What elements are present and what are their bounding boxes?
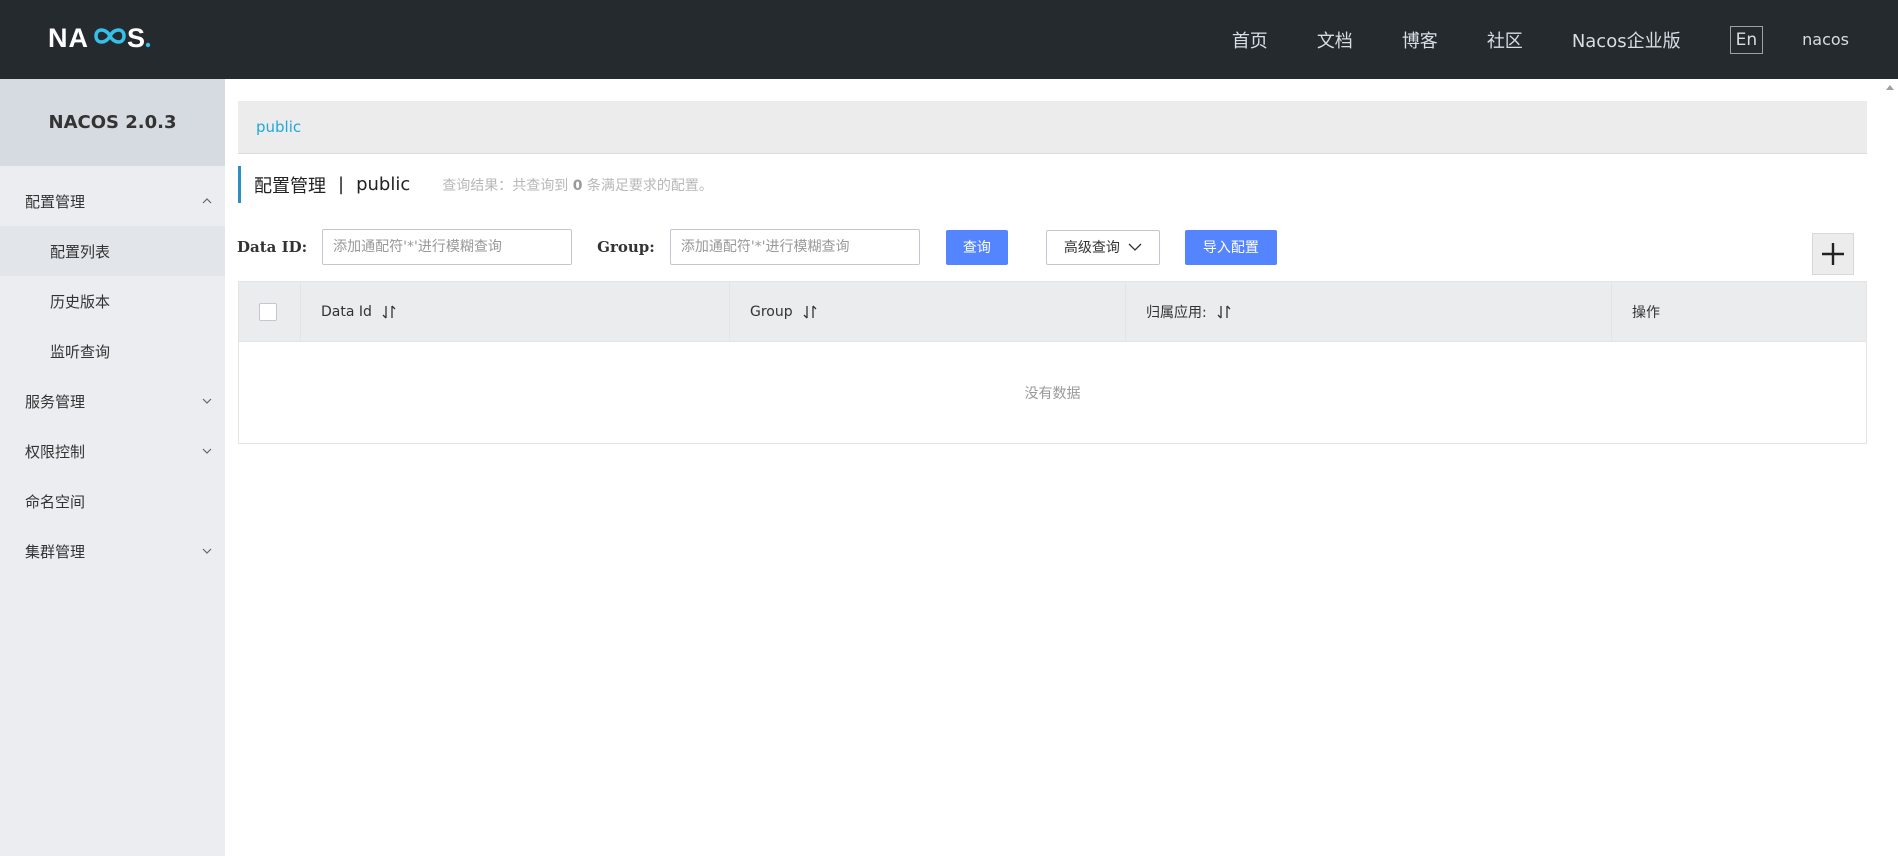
import-config-label: 导入配置	[1202, 240, 1259, 256]
sidebar-item-label: 服务管理	[25, 392, 86, 411]
chevron-up-icon	[202, 198, 212, 204]
namespace-bar: public	[238, 101, 1867, 154]
sidebar-item-history[interactable]: 历史版本	[0, 276, 225, 326]
sidebar-item-label: 配置管理	[25, 192, 86, 211]
select-all-cell	[239, 282, 301, 342]
column-label: Group	[750, 304, 793, 320]
filter-bar: Data ID: Group: 查询 高级查询 导入配置	[237, 229, 1277, 265]
sidebar-item-label: 命名空间	[25, 492, 86, 511]
namespace-link-public[interactable]: public	[256, 118, 301, 136]
query-button[interactable]: 查询	[945, 229, 1008, 265]
sidebar-item-label: 权限控制	[25, 442, 86, 461]
sidebar-item-config-management[interactable]: 配置管理	[0, 176, 225, 226]
add-config-button[interactable]	[1812, 233, 1854, 275]
svg-text:S: S	[127, 23, 146, 52]
nacos-logo[interactable]: NA S	[48, 22, 178, 52]
sidebar-item-label: 历史版本	[50, 292, 111, 311]
column-header-data-id[interactable]: Data Id	[301, 282, 730, 342]
page-title: 配置管理 | public 查询结果：共查询到 0 条满足要求的配置。	[238, 166, 713, 203]
column-header-group[interactable]: Group	[730, 282, 1126, 342]
main-content: public 配置管理 | public 查询结果：共查询到 0 条满足要求的配…	[225, 79, 1898, 856]
data-id-label: Data ID:	[237, 238, 308, 256]
select-all-checkbox[interactable]	[259, 303, 277, 321]
sidebar-item-listener-query[interactable]: 监听查询	[0, 326, 225, 376]
result-suffix: 条满足要求的配置。	[586, 177, 713, 194]
sidebar-item-cluster-management[interactable]: 集群管理	[0, 526, 225, 576]
query-result-summary: 查询结果：共查询到 0 条满足要求的配置。	[442, 175, 713, 195]
plus-icon	[1822, 243, 1844, 265]
chevron-down-icon	[202, 398, 212, 404]
chevron-down-icon	[202, 448, 212, 454]
config-table: Data Id Group 归属应用: 操作 没有数据	[238, 281, 1867, 444]
nav-blog[interactable]: 博客	[1402, 27, 1438, 53]
nav-home[interactable]: 首页	[1232, 27, 1268, 53]
table-empty-state: 没有数据	[239, 342, 1866, 443]
top-nav: 首页 文档 博客 社区 Nacos企业版 En nacos	[1232, 0, 1898, 79]
import-config-button[interactable]: 导入配置	[1184, 229, 1277, 265]
chevron-down-icon	[202, 548, 212, 554]
user-menu[interactable]: nacos	[1802, 30, 1849, 49]
empty-text: 没有数据	[1024, 385, 1081, 402]
query-button-label: 查询	[962, 240, 991, 256]
column-label: Data Id	[321, 304, 372, 320]
language-toggle-button[interactable]: En	[1729, 25, 1764, 54]
nav-docs[interactable]: 文档	[1317, 27, 1353, 53]
column-header-actions: 操作	[1612, 282, 1866, 342]
column-label: 归属应用:	[1146, 305, 1207, 321]
advanced-query-label: 高级查询	[1063, 240, 1120, 256]
sidebar-item-label: 监听查询	[50, 342, 111, 361]
advanced-query-button[interactable]: 高级查询	[1045, 229, 1160, 265]
title-separator: |	[338, 174, 345, 195]
sidebar-item-namespace[interactable]: 命名空间	[0, 476, 225, 526]
sidebar-item-access-control[interactable]: 权限控制	[0, 426, 225, 476]
sidebar-item-label: 配置列表	[50, 242, 111, 261]
sidebar-item-config-list[interactable]: 配置列表	[0, 226, 225, 276]
data-id-input[interactable]	[322, 229, 573, 265]
sidebar-item-service-management[interactable]: 服务管理	[0, 376, 225, 426]
sort-icon[interactable]	[1217, 304, 1231, 320]
group-input[interactable]	[669, 229, 920, 265]
top-header: NA S 首页 文档 博客 社区 Nacos企业版 En nacos	[0, 0, 1898, 79]
table-header: Data Id Group 归属应用: 操作	[239, 282, 1866, 342]
result-count: 0	[572, 177, 583, 194]
result-prefix: 查询结果：共查询到	[442, 177, 569, 194]
nacos-logo-image: NA S	[48, 23, 151, 52]
svg-text:NA: NA	[48, 23, 89, 52]
chevron-down-icon	[1128, 243, 1142, 251]
page-title-text: 配置管理	[254, 175, 326, 197]
sort-icon[interactable]	[382, 304, 396, 320]
triangle-up-icon	[1886, 85, 1894, 90]
column-label: 操作	[1632, 305, 1660, 321]
scrollbar-up-arrow[interactable]	[1882, 79, 1898, 95]
sort-icon[interactable]	[803, 304, 817, 320]
sidebar-item-label: 集群管理	[25, 542, 86, 561]
nav-enterprise[interactable]: Nacos企业版	[1572, 27, 1681, 53]
sidebar: NACOS 2.0.3 配置管理 配置列表 历史版本 监听查询 服务管理 权限控…	[0, 79, 225, 856]
group-label: Group:	[597, 238, 655, 256]
page-title-namespace: public	[356, 174, 411, 195]
column-header-app[interactable]: 归属应用:	[1126, 282, 1612, 342]
product-version: NACOS 2.0.3	[0, 79, 225, 166]
nav-community[interactable]: 社区	[1487, 27, 1523, 53]
